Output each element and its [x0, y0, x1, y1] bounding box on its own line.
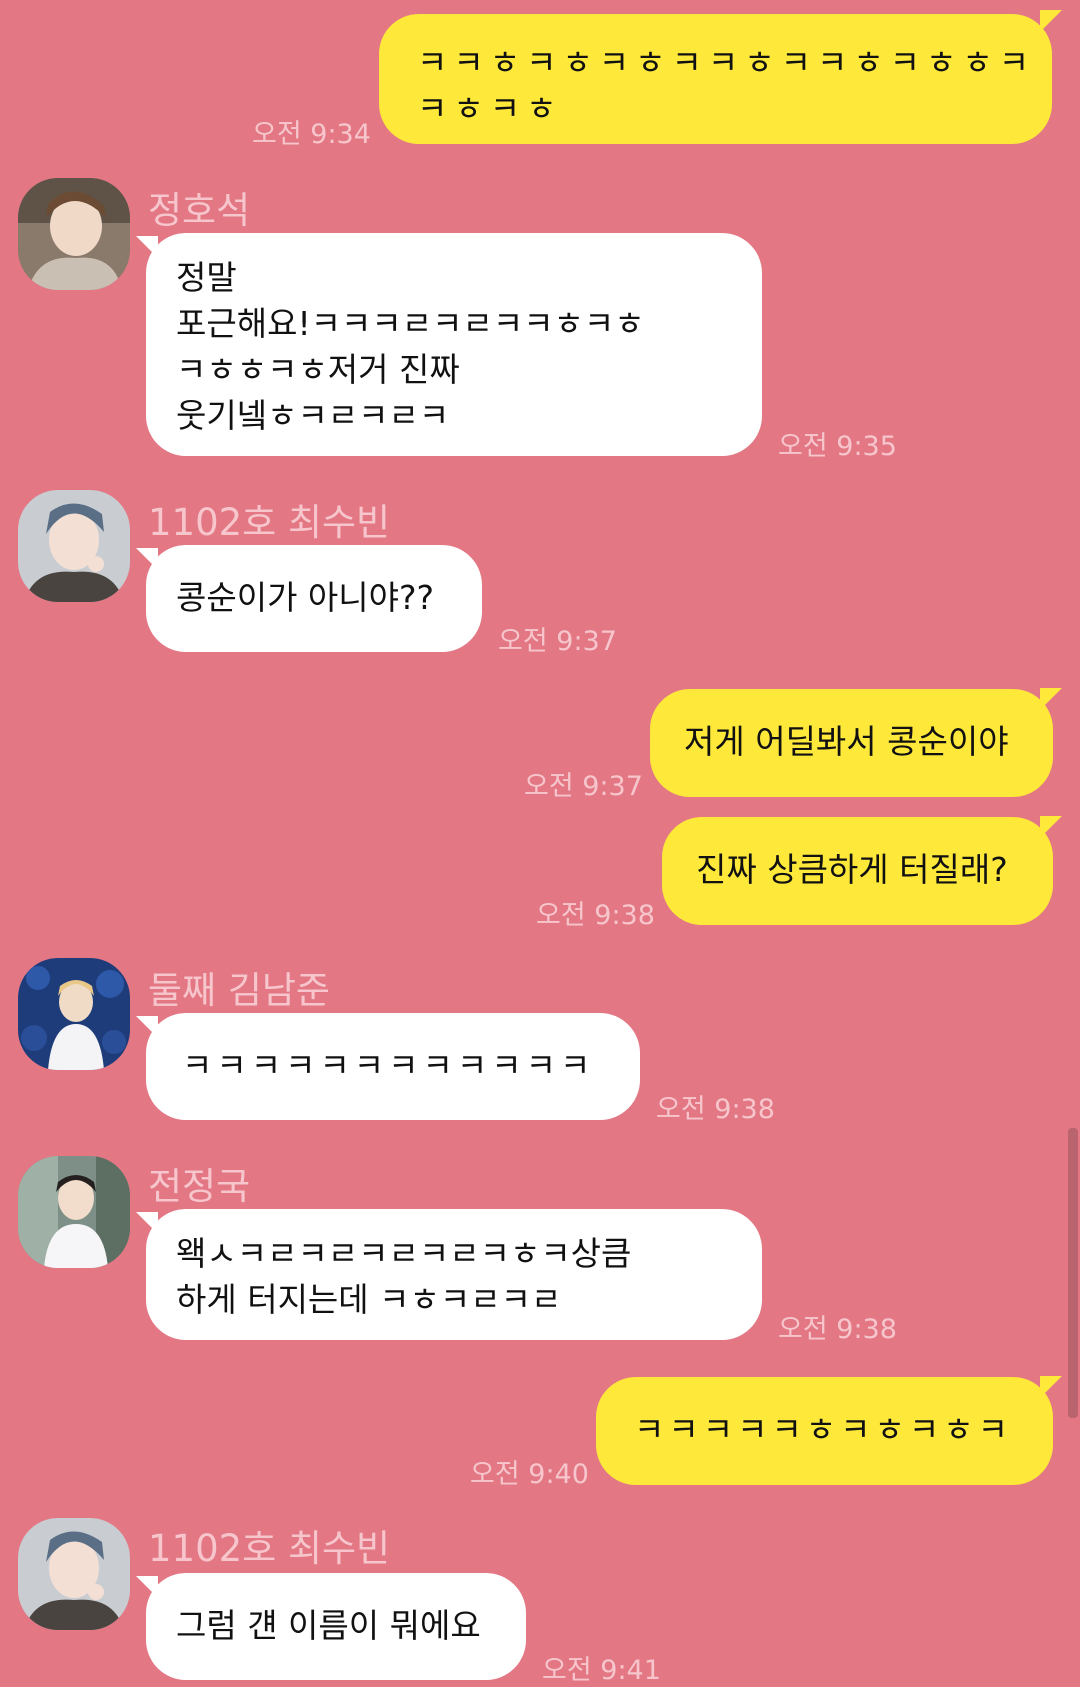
profile-photo-icon: [18, 1518, 130, 1630]
sender-name: 정호석: [148, 189, 251, 232]
avatar-soobin[interactable]: [18, 490, 130, 602]
avatar-soobin[interactable]: [18, 1518, 130, 1630]
sender-name: 1102호 최수빈: [148, 1527, 391, 1570]
message-time: 오전 9:37: [498, 626, 617, 657]
message-bubble[interactable]: 저게 어딜봐서 콩순이야: [650, 689, 1053, 797]
scrollbar[interactable]: [1068, 1128, 1078, 1418]
profile-photo-icon: [18, 958, 130, 1070]
message-time: 오전 9:41: [542, 1655, 661, 1686]
message-time: 오전 9:38: [778, 1314, 897, 1345]
sender-name: 전정국: [148, 1165, 251, 1208]
message-time: 오전 9:38: [536, 900, 655, 931]
message-time: 오전 9:37: [524, 771, 643, 802]
avatar-hoseok[interactable]: [18, 178, 130, 290]
bubble-tail: [1040, 1376, 1062, 1398]
message-bubble[interactable]: 진짜 상큼하게 터질래?: [662, 817, 1053, 925]
message-bubble[interactable]: ㅋㅋㅎㅋㅎㅋㅎㅋㅋㅎㅋㅋㅎㅋㅎㅎㅋ ㅋㅎㅋㅎ: [379, 14, 1052, 144]
bubble-tail: [136, 548, 158, 570]
bubble-tail: [1040, 10, 1062, 32]
chat-room: ㅋㅋㅎㅋㅎㅋㅎㅋㅋㅎㅋㅋㅎㅋㅎㅎㅋ ㅋㅎㅋㅎ 오전 9:34 정호석 정말 포근…: [0, 0, 1080, 1686]
sender-name: 둘째 김남준: [148, 969, 330, 1012]
message-time: 오전 9:38: [656, 1094, 775, 1125]
profile-photo-icon: [18, 490, 130, 602]
message-bubble[interactable]: 정말 포근해요!ㅋㅋㅋㄹㅋㄹㅋㅋㅎㅋㅎ ㅋㅎㅎㅋㅎ저거 진짜 웃기넼ㅎㅋㄹㅋㄹㅋ: [146, 233, 762, 456]
sender-name: 1102호 최수빈: [148, 501, 391, 544]
message-bubble[interactable]: 왝ㅅㅋㄹㅋㄹㅋㄹㅋㄹㅋㅎㅋ상큼 하게 터지는데 ㅋㅎㅋㄹㅋㄹ: [146, 1209, 762, 1340]
bubble-tail: [136, 1576, 158, 1598]
message-time: 오전 9:40: [470, 1459, 589, 1490]
bubble-tail: [136, 236, 158, 258]
message-bubble[interactable]: ㅋㅋㅋㅋㅋㅋㅋㅋㅋㅋㅋㅋ: [146, 1013, 640, 1120]
message-bubble[interactable]: 그럼 걘 이름이 뭐에요: [146, 1573, 526, 1680]
bubble-tail: [1040, 816, 1062, 838]
avatar-jungkook[interactable]: [18, 1156, 130, 1268]
message-bubble[interactable]: ㅋㅋㅋㅋㅋㅎㅋㅎㅋㅎㅋ: [596, 1377, 1053, 1485]
bubble-tail: [136, 1016, 158, 1038]
message-time: 오전 9:34: [252, 119, 371, 150]
message-bubble[interactable]: 콩순이가 아니야??: [146, 545, 482, 652]
avatar-namjoon[interactable]: [18, 958, 130, 1070]
message-time: 오전 9:35: [778, 431, 897, 462]
bubble-tail: [1040, 688, 1062, 710]
profile-photo-icon: [18, 1156, 130, 1268]
profile-photo-icon: [18, 178, 130, 290]
bubble-tail: [136, 1212, 158, 1234]
